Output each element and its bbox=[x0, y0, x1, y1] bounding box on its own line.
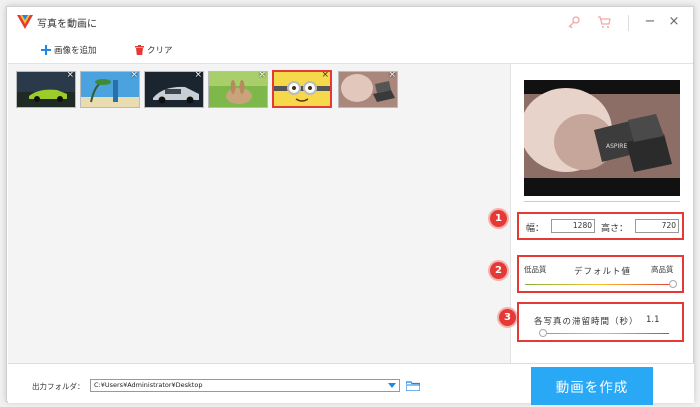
image-thumbnail[interactable]: × bbox=[338, 71, 398, 108]
duration-panel: 各写真の滞留時間（秒） 1.1 bbox=[517, 302, 684, 342]
remove-image-icon[interactable]: × bbox=[258, 72, 266, 80]
quality-slider-track[interactable] bbox=[525, 284, 673, 285]
output-folder-path: C:¥Users¥Administrator¥Desktop bbox=[94, 381, 203, 389]
image-list-pane: × × × × × × bbox=[8, 63, 510, 363]
duration-slider-knob[interactable] bbox=[538, 329, 547, 337]
plus-icon bbox=[41, 45, 51, 55]
app-logo-icon bbox=[17, 15, 33, 29]
key-icon[interactable] bbox=[567, 15, 581, 29]
add-image-label: 画像を追加 bbox=[54, 46, 97, 56]
height-input[interactable]: 720 bbox=[635, 219, 679, 233]
preview-image: ASPIRE bbox=[524, 80, 680, 196]
preview-divider bbox=[524, 201, 680, 202]
step-badge-3: 3 bbox=[499, 309, 516, 326]
preview-area: ASPIRE bbox=[524, 80, 680, 196]
clear-button[interactable]: クリア bbox=[135, 42, 173, 58]
close-button[interactable]: × bbox=[667, 15, 681, 29]
remove-image-icon[interactable]: × bbox=[194, 72, 202, 80]
duration-value: 1.1 bbox=[646, 315, 660, 325]
size-panel: 幅： 1280 高さ： 720 bbox=[517, 212, 684, 240]
preview-brand-text: ASPIRE bbox=[606, 143, 627, 150]
image-thumbnail[interactable]: × bbox=[208, 71, 268, 108]
step-badge-2: 2 bbox=[490, 262, 507, 279]
quality-low-label: 低品質 bbox=[524, 265, 547, 274]
create-video-button[interactable]: 動画を作成 bbox=[531, 367, 653, 405]
toolbar: 画像を追加 クリア bbox=[7, 37, 693, 63]
quality-slider-knob[interactable] bbox=[669, 280, 677, 288]
remove-image-icon[interactable]: × bbox=[321, 72, 329, 80]
remove-image-icon[interactable]: × bbox=[130, 72, 138, 80]
quality-default-label: デフォルト値 bbox=[574, 267, 632, 277]
folder-icon[interactable] bbox=[406, 381, 420, 391]
duration-label: 各写真の滞留時間（秒） bbox=[534, 317, 639, 327]
duration-slider-track[interactable] bbox=[539, 333, 669, 334]
app-window: 写真を動画に − × 画像を追加 クリア × × × × × × ASPIRE … bbox=[6, 6, 694, 405]
window-title: 写真を動画に bbox=[37, 19, 97, 30]
width-label: 幅： bbox=[526, 224, 545, 234]
add-image-button[interactable]: 画像を追加 bbox=[41, 42, 97, 58]
clear-label: クリア bbox=[147, 46, 173, 56]
titlebar-divider bbox=[628, 15, 629, 31]
image-thumbnail[interactable]: × bbox=[16, 71, 76, 108]
cart-icon[interactable] bbox=[597, 15, 611, 29]
trash-icon bbox=[135, 45, 144, 55]
dropdown-arrow-icon[interactable] bbox=[388, 383, 396, 388]
quality-high-label: 高品質 bbox=[651, 265, 674, 274]
output-folder-input[interactable]: C:¥Users¥Administrator¥Desktop bbox=[90, 379, 400, 392]
remove-image-icon[interactable]: × bbox=[66, 72, 74, 80]
image-thumbnail-selected[interactable]: × bbox=[272, 70, 332, 108]
step-badge-1: 1 bbox=[490, 210, 507, 227]
output-folder-label: 出力フォルダ： bbox=[32, 382, 85, 391]
minimize-button[interactable]: − bbox=[643, 15, 657, 29]
title-bar: 写真を動画に − × bbox=[7, 7, 693, 37]
image-thumbnail[interactable]: × bbox=[80, 71, 140, 108]
bottom-bar: 出力フォルダ： C:¥Users¥Administrator¥Desktop 動… bbox=[8, 363, 694, 405]
quality-panel: 低品質 デフォルト値 高品質 bbox=[517, 255, 684, 293]
height-label: 高さ： bbox=[601, 224, 629, 234]
remove-image-icon[interactable]: × bbox=[388, 72, 396, 80]
image-thumbnail[interactable]: × bbox=[144, 71, 204, 108]
width-input[interactable]: 1280 bbox=[551, 219, 595, 233]
